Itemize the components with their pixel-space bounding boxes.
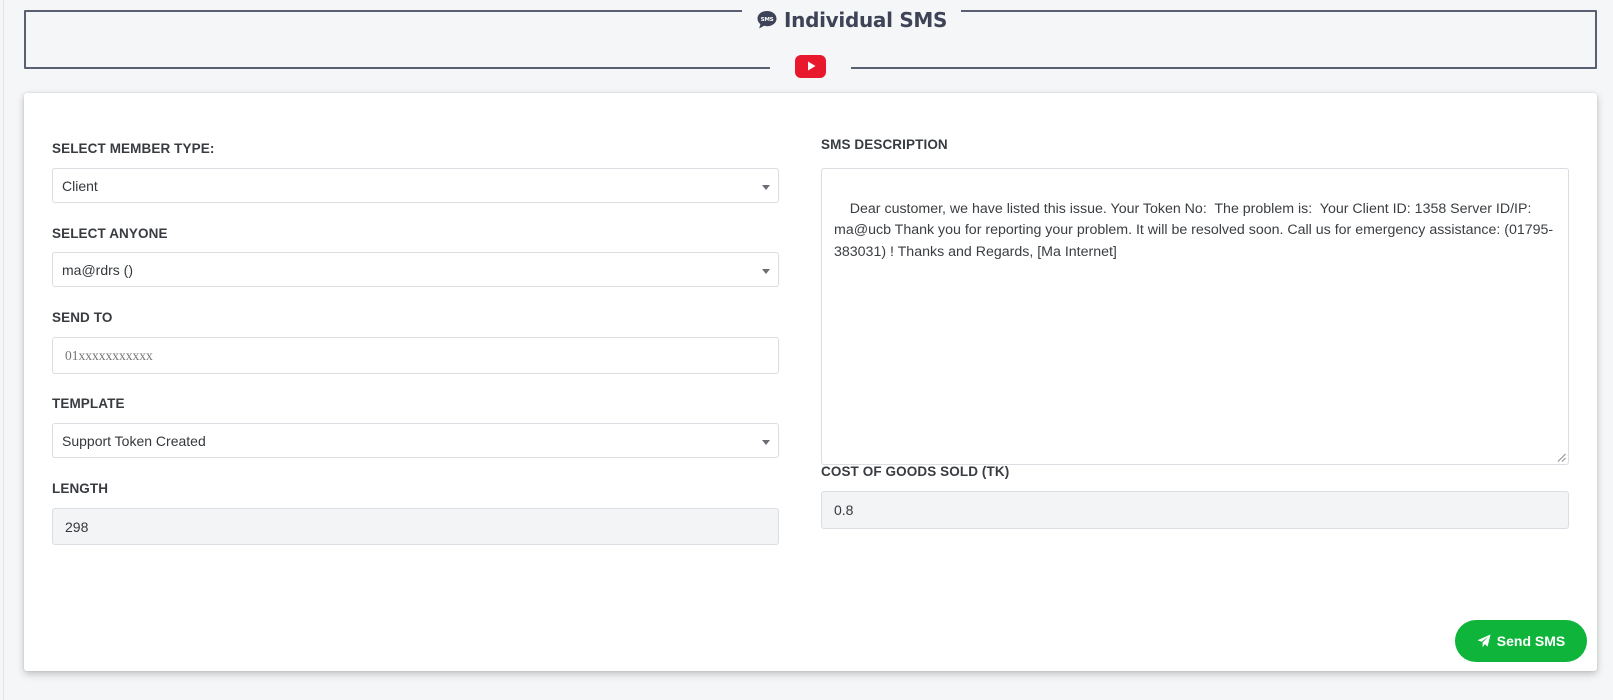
send-to-label: SEND TO — [52, 310, 113, 325]
page-title: SMS Individual SMS — [742, 8, 962, 32]
send-to-input[interactable] — [52, 337, 779, 374]
length-value: 298 — [65, 518, 89, 535]
select-anyone-label: SELECT ANYONE — [52, 226, 168, 241]
youtube-play-icon[interactable] — [795, 54, 826, 78]
sms-description-text: Dear customer, we have listed this issue… — [834, 200, 1554, 260]
template-value: Support Token Created — [62, 432, 206, 449]
length-field: 298 — [52, 508, 779, 545]
member-type-value: Client — [62, 177, 98, 194]
member-type-label: SELECT MEMBER TYPE: — [52, 141, 215, 156]
sms-description-textarea[interactable]: Dear customer, we have listed this issue… — [821, 168, 1569, 465]
cogs-label: COST OF GOODS SOLD (TK) — [821, 464, 1010, 479]
resize-grip-icon[interactable] — [1557, 453, 1566, 462]
sms-form-card: SELECT MEMBER TYPE: Client SELECT ANYONE… — [24, 93, 1597, 671]
template-label: TEMPLATE — [52, 396, 125, 411]
send-sms-label: Send SMS — [1496, 633, 1566, 649]
cogs-field: 0.8 — [821, 491, 1569, 529]
send-sms-button[interactable]: Send SMS — [1455, 620, 1587, 662]
length-label: LENGTH — [52, 481, 109, 496]
chevron-down-icon — [762, 439, 770, 445]
page-edge — [3, 0, 4, 700]
sms-description-label: SMS DESCRIPTION — [821, 137, 948, 152]
chevron-down-icon — [762, 184, 770, 190]
select-anyone-value: ma@rdrs () — [62, 261, 133, 278]
page-title-text: Individual SMS — [784, 8, 948, 32]
select-anyone-select[interactable]: ma@rdrs () — [52, 252, 779, 287]
video-tutorial-wrap — [770, 50, 851, 82]
member-type-select[interactable]: Client — [52, 168, 779, 203]
template-select[interactable]: Support Token Created — [52, 423, 779, 458]
svg-text:SMS: SMS — [761, 17, 774, 23]
paper-plane-icon — [1477, 634, 1491, 648]
cogs-value: 0.8 — [834, 502, 854, 518]
sms-bubble-icon: SMS — [756, 10, 778, 30]
chevron-down-icon — [762, 268, 770, 274]
